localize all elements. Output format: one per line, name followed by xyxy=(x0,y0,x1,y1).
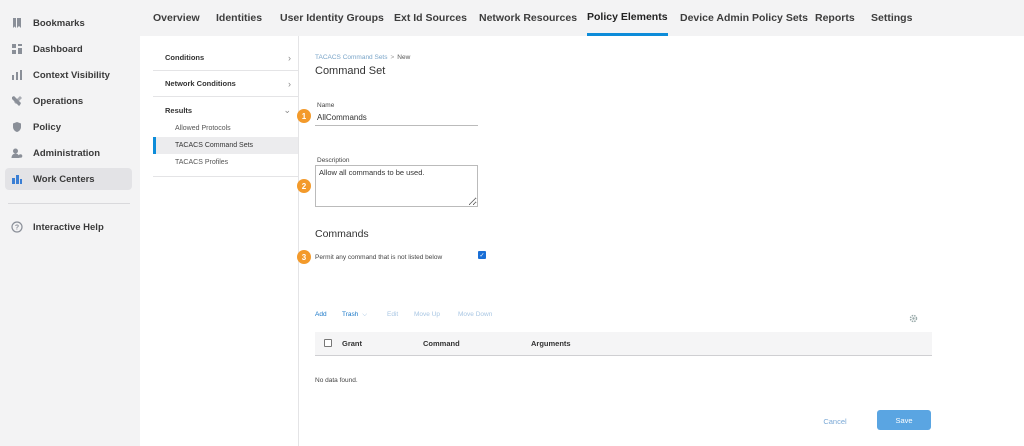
permit-checkbox[interactable]: ✓ xyxy=(478,251,486,259)
bookmark-icon xyxy=(11,17,23,29)
sidebar-item-tacacs-profiles[interactable]: TACACS Profiles xyxy=(153,154,298,171)
table-empty-message: No data found. xyxy=(315,377,358,384)
name-label: Name xyxy=(317,102,335,109)
cancel-button[interactable]: Cancel xyxy=(810,412,860,430)
nav-item-bookmarks[interactable]: Bookmarks xyxy=(5,12,132,34)
nav-label: Interactive Help xyxy=(33,221,104,233)
select-all-checkbox[interactable] xyxy=(324,339,332,347)
sidebar-section-conditions[interactable]: Conditions › xyxy=(153,45,298,71)
column-header-command[interactable]: Command xyxy=(423,339,460,348)
nav-item-dashboard[interactable]: Dashboard xyxy=(5,38,132,60)
step-badge-2: 2 xyxy=(297,179,311,193)
chevron-right-icon: › xyxy=(288,78,291,89)
commands-table-header: Grant Command Arguments xyxy=(315,332,932,356)
section-label: Network Conditions xyxy=(165,79,236,88)
sidebar-divider xyxy=(153,176,298,177)
name-input[interactable] xyxy=(315,110,478,126)
tab-settings[interactable]: Settings xyxy=(871,0,912,36)
sidebar-item-tacacs-command-sets[interactable]: TACACS Command Sets xyxy=(153,137,298,154)
dashboard-icon xyxy=(11,43,23,55)
policy-elements-sidebar: Conditions › Network Conditions › Result… xyxy=(153,36,299,446)
checkmark-icon: ✓ xyxy=(479,252,485,259)
tab-overview[interactable]: Overview xyxy=(153,0,200,36)
section-label: Results xyxy=(165,105,193,115)
nav-label: Administration xyxy=(33,147,101,159)
nav-label: Context Visibility xyxy=(33,69,110,81)
trash-label: Trash xyxy=(342,311,359,318)
edit-button[interactable]: Edit xyxy=(387,311,398,318)
nav-label: Operations xyxy=(33,95,84,107)
nav-label: Policy xyxy=(33,121,61,133)
nav-divider xyxy=(8,203,130,204)
tab-network-resources[interactable]: Network Resources xyxy=(479,0,577,36)
nav-item-policy[interactable]: Policy xyxy=(5,116,132,138)
column-header-grant[interactable]: Grant xyxy=(342,339,362,348)
left-navigation: Bookmarks Dashboard Context Visibility O… xyxy=(0,0,140,446)
tab-user-identity-groups[interactable]: User Identity Groups xyxy=(280,0,384,36)
nav-label: Bookmarks xyxy=(33,17,85,29)
description-textarea[interactable]: Allow all commands to be used. xyxy=(315,165,478,207)
tab-identities[interactable]: Identities xyxy=(216,0,262,36)
main-content: TACACS Command Sets > New Command Set 1 Na… xyxy=(297,36,1024,446)
nav-item-interactive-help[interactable]: ? Interactive Help xyxy=(5,216,132,238)
help-icon: ? xyxy=(11,221,23,233)
move-down-button[interactable]: Move Down xyxy=(458,311,492,318)
top-tab-bar: Overview Identities User Identity Groups… xyxy=(140,0,1024,36)
context-visibility-icon xyxy=(11,69,23,81)
tab-reports[interactable]: Reports xyxy=(815,0,855,36)
tab-device-admin-policy-sets[interactable]: Device Admin Policy Sets xyxy=(680,0,808,36)
breadcrumb: TACACS Command Sets > New xyxy=(315,54,410,61)
shield-icon xyxy=(11,121,23,133)
nav-label: Work Centers xyxy=(33,173,95,185)
description-label: Description xyxy=(317,157,350,164)
nav-item-work-centers[interactable]: Work Centers xyxy=(5,168,132,190)
breadcrumb-current: New xyxy=(397,54,411,61)
trash-button[interactable]: Trash ⌵ xyxy=(342,311,367,319)
chevron-down-icon: ⌄ xyxy=(283,104,291,115)
breadcrumb-parent-link[interactable]: TACACS Command Sets xyxy=(315,54,387,61)
save-button[interactable]: Save xyxy=(877,410,931,430)
tab-policy-elements[interactable]: Policy Elements xyxy=(587,0,668,36)
commands-heading: Commands xyxy=(315,228,369,240)
nav-item-context-visibility[interactable]: Context Visibility xyxy=(5,64,132,86)
nav-item-operations[interactable]: Operations xyxy=(5,90,132,112)
move-up-button[interactable]: Move Up xyxy=(414,311,440,318)
chevron-right-icon: › xyxy=(288,52,291,63)
step-badge-1: 1 xyxy=(297,109,311,123)
wrench-icon xyxy=(11,95,23,107)
tab-ext-id-sources[interactable]: Ext Id Sources xyxy=(394,0,467,36)
gear-icon[interactable] xyxy=(909,310,918,323)
column-header-arguments[interactable]: Arguments xyxy=(531,339,571,348)
permit-label: Permit any command that is not listed be… xyxy=(315,254,443,261)
chevron-down-icon: ⌵ xyxy=(362,311,368,318)
section-label: Conditions xyxy=(165,53,205,62)
step-badge-3: 3 xyxy=(297,250,311,264)
sidebar-section-network-conditions[interactable]: Network Conditions › xyxy=(153,71,298,97)
nav-label: Dashboard xyxy=(33,43,83,55)
breadcrumb-separator: > xyxy=(390,54,395,61)
admin-user-icon xyxy=(11,147,23,159)
add-button[interactable]: Add xyxy=(315,311,327,318)
sidebar-item-allowed-protocols[interactable]: Allowed Protocols xyxy=(153,120,298,137)
svg-text:?: ? xyxy=(15,225,19,232)
work-centers-icon xyxy=(11,173,23,185)
nav-item-administration[interactable]: Administration xyxy=(5,142,132,164)
page-title: Command Set xyxy=(315,65,386,77)
